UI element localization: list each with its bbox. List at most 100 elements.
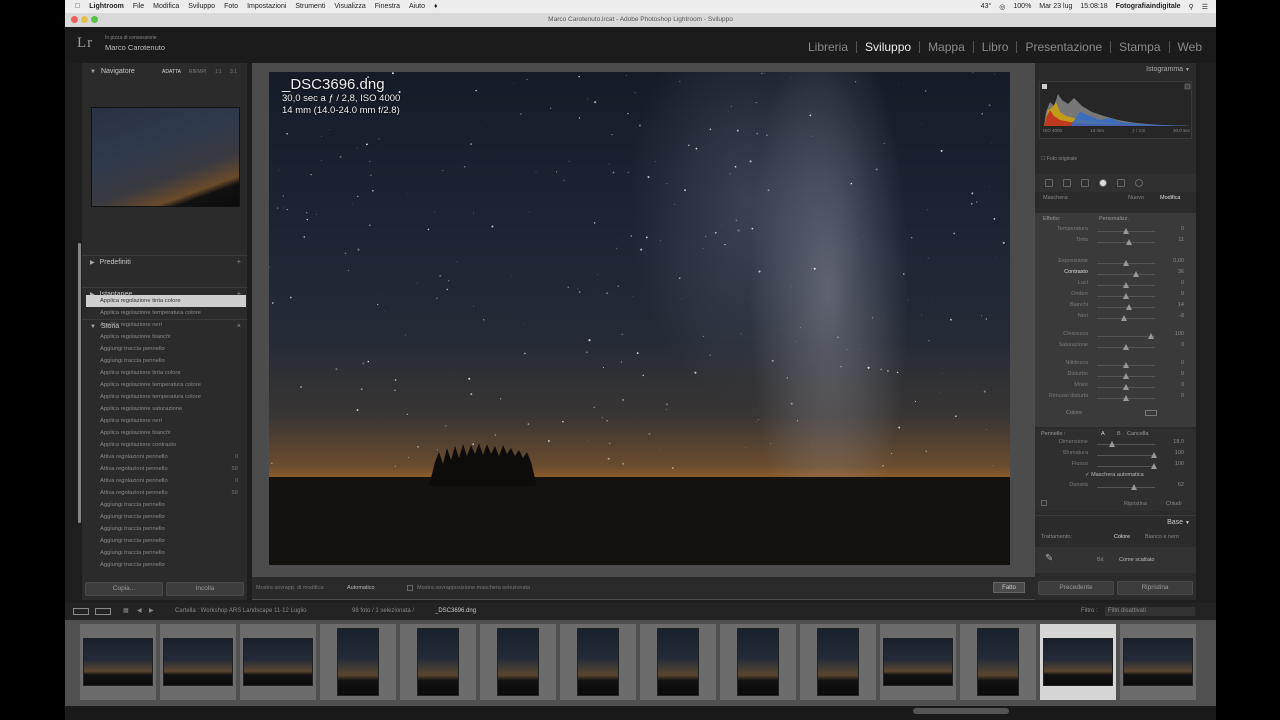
slider-rimuovi-disturbi[interactable]: Rimuovi disturbi 0 bbox=[1035, 393, 1188, 404]
search-icon[interactable]: ⚲ bbox=[1189, 3, 1194, 11]
zoom-window-button[interactable] bbox=[91, 16, 98, 23]
display-2-icon[interactable] bbox=[95, 608, 111, 615]
radial-filter-icon[interactable] bbox=[1117, 179, 1125, 187]
module-sviluppo[interactable]: Sviluppo bbox=[856, 41, 919, 53]
slider-nitidezza[interactable]: Nitidezza 0 bbox=[1035, 360, 1188, 371]
history-item[interactable]: Applica regolazione tinta colore bbox=[86, 367, 246, 379]
history-item[interactable]: Aggiungi traccia pennello bbox=[86, 343, 246, 355]
treatment-bw[interactable]: Bianco e nero bbox=[1145, 534, 1179, 540]
slider-knob[interactable] bbox=[1123, 395, 1129, 401]
slider-moir-[interactable]: Moiré 0 bbox=[1035, 382, 1188, 393]
brush-reset-button[interactable]: Ripristina bbox=[1124, 501, 1147, 507]
prev-photo-icon[interactable]: ◀ bbox=[137, 603, 142, 620]
crop-tool-icon[interactable] bbox=[1045, 179, 1053, 187]
grid-view-icon[interactable]: ▦ bbox=[123, 603, 129, 620]
history-item[interactable]: Applica regolazione temperatura colore bbox=[86, 379, 246, 391]
slider-saturazione[interactable]: Saturazione 0 bbox=[1035, 342, 1188, 353]
slider-neri[interactable]: Neri -8 bbox=[1035, 313, 1188, 324]
slider-knob[interactable] bbox=[1123, 384, 1129, 390]
history-item[interactable]: Aggiungi traccia pennello bbox=[86, 523, 246, 535]
module-libreria[interactable]: Libreria bbox=[800, 41, 856, 53]
history-item[interactable]: Aggiungi traccia pennello bbox=[86, 547, 246, 559]
menubar-date[interactable]: Mar 23 lug bbox=[1039, 3, 1072, 10]
filmstrip-thumbnail[interactable] bbox=[640, 624, 716, 700]
slider-knob[interactable] bbox=[1123, 260, 1129, 266]
main-photo[interactable]: _DSC3696.dng 30,0 sec a ƒ / 2,8, ISO 400… bbox=[269, 72, 1010, 565]
history-item[interactable]: Attiva regolazioni pennello 50 bbox=[86, 487, 246, 499]
battery-status[interactable]: 100% bbox=[1013, 3, 1031, 10]
history-item[interactable]: Applica regolazione tinta colore bbox=[86, 295, 246, 307]
treatment-color[interactable]: Colore bbox=[1114, 534, 1130, 540]
left-scrollbar[interactable] bbox=[78, 243, 81, 523]
slider-chiarezza[interactable]: Chiarezza 100 bbox=[1035, 331, 1188, 342]
slider-knob[interactable] bbox=[1123, 362, 1129, 368]
slider-knob[interactable] bbox=[1109, 441, 1115, 447]
slider-disturbo[interactable]: Disturbo 0 bbox=[1035, 371, 1188, 382]
filmstrip-thumbnail[interactable] bbox=[960, 624, 1036, 700]
slider-knob[interactable] bbox=[1120, 315, 1127, 321]
brush-slider[interactable]: Sfumatura 100 bbox=[1035, 450, 1188, 461]
slider-temperatura[interactable]: Temperatura 0 bbox=[1035, 226, 1188, 237]
menu-sviluppo[interactable]: Sviluppo bbox=[188, 3, 215, 10]
density-slider[interactable]: Densità 62 bbox=[1035, 482, 1188, 493]
add-preset-icon[interactable]: + bbox=[237, 256, 241, 270]
slider-knob[interactable] bbox=[1123, 373, 1129, 379]
history-item[interactable]: Applica regolazione neri bbox=[86, 319, 246, 331]
slider-tinta[interactable]: Tinta 11 bbox=[1035, 237, 1188, 248]
show-mask-checkbox[interactable] bbox=[407, 585, 413, 591]
filmstrip-thumbnail[interactable] bbox=[240, 624, 316, 700]
auto-mask-checkbox[interactable]: ✓ Maschera automatica bbox=[1085, 472, 1144, 478]
filmstrip-source[interactable]: Cartella : Workshop ARS Landscape 11-12 … bbox=[175, 603, 307, 620]
history-item[interactable]: Applica regolazione saturazione bbox=[86, 403, 246, 415]
apple-icon[interactable]:  bbox=[75, 3, 80, 10]
mask-edit[interactable]: Modifica bbox=[1160, 195, 1180, 201]
slider-bianchi[interactable]: Bianchi 14 bbox=[1035, 302, 1188, 313]
history-item[interactable]: Aggiungi traccia pennello bbox=[86, 559, 246, 571]
notifications-icon[interactable]: ☰ bbox=[1202, 3, 1208, 11]
mask-new[interactable]: Nuovo bbox=[1128, 195, 1144, 201]
original-photo-checkbox[interactable]: ☐ Foto originale bbox=[1041, 156, 1077, 162]
eyedropper-icon[interactable]: ✎ bbox=[1045, 553, 1053, 564]
brush-b[interactable]: B bbox=[1117, 431, 1121, 437]
navigator-preview[interactable] bbox=[91, 107, 240, 207]
wifi-icon[interactable]: ◎ bbox=[999, 3, 1005, 11]
history-item[interactable]: Applica regolazione contrasto bbox=[86, 439, 246, 451]
filmstrip-thumbnail[interactable] bbox=[1040, 624, 1116, 700]
zoom-1to1[interactable]: 1:1 bbox=[215, 65, 222, 79]
slider-knob[interactable] bbox=[1151, 452, 1157, 458]
display-1-icon[interactable] bbox=[73, 608, 89, 615]
filmstrip-scrollbar[interactable] bbox=[65, 706, 1216, 720]
slider-luci[interactable]: Luci 0 bbox=[1035, 280, 1188, 291]
dropbox-icon[interactable]: ♦ bbox=[434, 3, 438, 10]
menu-finestra[interactable]: Finestra bbox=[375, 3, 400, 10]
slider-ombre[interactable]: Ombre 0 bbox=[1035, 291, 1188, 302]
history-item[interactable]: Applica regolazione bianchi bbox=[86, 331, 246, 343]
filmstrip-thumbnail[interactable] bbox=[720, 624, 796, 700]
slider-contrasto[interactable]: Contrasto 36 bbox=[1035, 269, 1188, 280]
history-item[interactable]: Attiva regolazioni pennello 50 bbox=[86, 463, 246, 475]
filmstrip-thumbnail[interactable] bbox=[800, 624, 876, 700]
module-libro[interactable]: Libro bbox=[972, 41, 1017, 53]
menu-strumenti[interactable]: Strumenti bbox=[295, 3, 325, 10]
reset-button[interactable]: Ripristina bbox=[1117, 581, 1193, 595]
filter-select[interactable]: Filtri disattivati bbox=[1105, 607, 1195, 616]
menu-file[interactable]: File bbox=[133, 3, 144, 10]
zoom-fill[interactable]: RIEMPI bbox=[189, 65, 206, 79]
menubar-user[interactable]: Fotografiaindigitale bbox=[1116, 3, 1181, 10]
history-item[interactable]: Aggiungi traccia pennello bbox=[86, 355, 246, 367]
close-window-button[interactable] bbox=[71, 16, 78, 23]
next-photo-icon[interactable]: ▶ bbox=[149, 603, 154, 620]
slider-knob[interactable] bbox=[1151, 463, 1157, 469]
history-item[interactable]: Aggiungi traccia pennello bbox=[86, 499, 246, 511]
brush-slider[interactable]: Dimensione 18,0 bbox=[1035, 439, 1188, 450]
filmstrip-thumbnail[interactable] bbox=[1120, 624, 1196, 700]
menubar-time[interactable]: 15:08:18 bbox=[1080, 3, 1107, 10]
history-item[interactable]: Applica regolazione neri bbox=[86, 415, 246, 427]
histogram-title[interactable]: Istogramma ▼ bbox=[1146, 66, 1190, 73]
filmstrip-thumbnail[interactable] bbox=[320, 624, 396, 700]
module-mappa[interactable]: Mappa bbox=[919, 41, 973, 53]
slider-knob[interactable] bbox=[1133, 271, 1140, 277]
navigator-header[interactable]: ▼ Navigatore ADATTA RIEMPI 1:1 3:1 bbox=[82, 65, 247, 79]
history-item[interactable]: Applica regolazione temperatura colore bbox=[86, 307, 246, 319]
history-item[interactable]: Attiva regolazioni pennello 0 bbox=[86, 475, 246, 487]
